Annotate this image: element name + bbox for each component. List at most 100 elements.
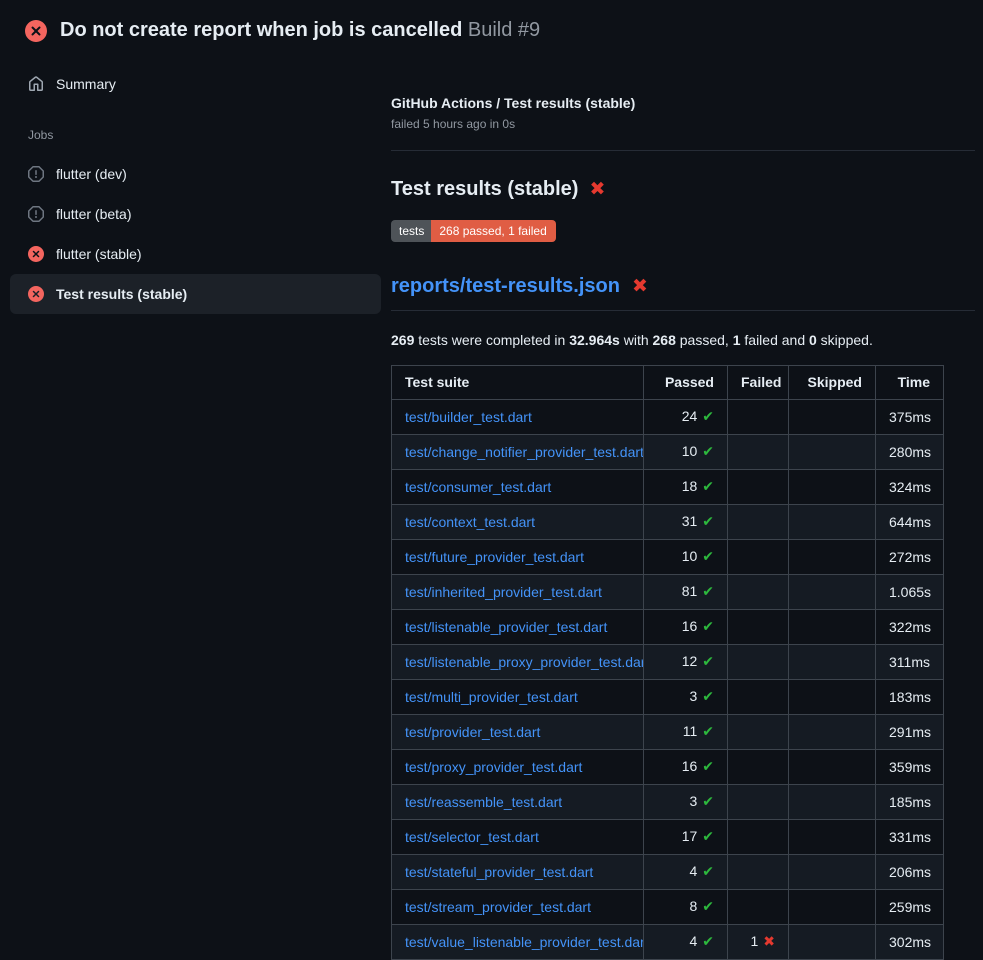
passed-cell: 4✔ xyxy=(644,855,728,890)
sidebar: Summary Jobs flutter (dev) flutter (beta… xyxy=(0,56,391,314)
count-value: 8 xyxy=(689,898,697,914)
skipped-cell xyxy=(789,400,876,435)
table-row: test/builder_test.dart24✔375ms xyxy=(392,400,944,435)
count-value: 24 xyxy=(682,408,698,424)
test-suite-link[interactable]: test/stream_provider_test.dart xyxy=(405,899,591,915)
table-row: test/context_test.dart31✔644ms xyxy=(392,505,944,540)
test-suite-cell: test/consumer_test.dart xyxy=(392,470,644,505)
failed-cell xyxy=(728,890,789,925)
time-cell: 185ms xyxy=(876,785,944,820)
summary-line: 269 tests were completed in 32.964s with… xyxy=(391,331,975,350)
skipped-cell xyxy=(789,855,876,890)
skipped-cell xyxy=(789,540,876,575)
skipped-cell xyxy=(789,925,876,960)
col-header-failed: Failed xyxy=(728,366,789,400)
passed-cell: 18✔ xyxy=(644,470,728,505)
time-cell: 280ms xyxy=(876,435,944,470)
count-value: 3 xyxy=(689,688,697,704)
skipped-cell xyxy=(789,505,876,540)
check-icon: ✔ xyxy=(702,899,714,915)
test-suite-link[interactable]: test/provider_test.dart xyxy=(405,724,540,740)
build-number: Build #9 xyxy=(468,19,540,41)
check-icon: ✔ xyxy=(702,514,714,530)
test-suite-link[interactable]: test/reassemble_test.dart xyxy=(405,794,562,810)
skipped-cell xyxy=(789,890,876,925)
x-circle-fill-icon xyxy=(28,246,44,262)
table-row: test/stream_provider_test.dart8✔259ms xyxy=(392,890,944,925)
jobs-list: flutter (dev) flutter (beta) flutter (st… xyxy=(0,154,391,314)
time-cell: 206ms xyxy=(876,855,944,890)
check-icon: ✔ xyxy=(702,689,714,705)
table-row: test/listenable_provider_test.dart16✔322… xyxy=(392,610,944,645)
failed-cell xyxy=(728,785,789,820)
passed-cell: 8✔ xyxy=(644,890,728,925)
breadcrumb: GitHub Actions / Test results (stable) xyxy=(391,94,975,112)
badge-label: tests xyxy=(391,220,431,242)
test-suite-link[interactable]: test/multi_provider_test.dart xyxy=(405,689,578,705)
failed-cell xyxy=(728,470,789,505)
sidebar-item-summary[interactable]: Summary xyxy=(0,70,391,98)
home-icon xyxy=(28,76,44,92)
run-status-line: failed 5 hours ago in 0s xyxy=(391,116,975,132)
test-suite-link[interactable]: test/proxy_provider_test.dart xyxy=(405,759,582,775)
test-suite-link[interactable]: test/future_provider_test.dart xyxy=(405,549,584,565)
test-suite-cell: test/future_provider_test.dart xyxy=(392,540,644,575)
test-suite-cell: test/selector_test.dart xyxy=(392,820,644,855)
sidebar-item-flutter-beta[interactable]: flutter (beta) xyxy=(10,194,381,234)
col-header-skipped: Skipped xyxy=(789,366,876,400)
sidebar-item-flutter-dev[interactable]: flutter (dev) xyxy=(10,154,381,194)
failed-cell xyxy=(728,505,789,540)
check-icon: ✔ xyxy=(702,409,714,425)
passed-cell: 17✔ xyxy=(644,820,728,855)
test-suite-link[interactable]: test/consumer_test.dart xyxy=(405,479,551,495)
test-results-tbody: test/builder_test.dart24✔375mstest/chang… xyxy=(392,400,944,960)
sidebar-summary-label: Summary xyxy=(56,76,116,92)
test-suite-cell: test/builder_test.dart xyxy=(392,400,644,435)
sidebar-item-flutter-stable[interactable]: flutter (stable) xyxy=(10,234,381,274)
stop-icon xyxy=(28,166,44,182)
time-cell: 259ms xyxy=(876,890,944,925)
cross-mark-icon: ✖ xyxy=(632,277,648,296)
report-file-link[interactable]: reports/test-results.json xyxy=(391,273,620,300)
test-suite-link[interactable]: test/selector_test.dart xyxy=(405,829,539,845)
skipped-cell xyxy=(789,750,876,785)
test-suite-link[interactable]: test/context_test.dart xyxy=(405,514,535,530)
count-value: 10 xyxy=(682,548,698,564)
test-suite-link[interactable]: test/inherited_provider_test.dart xyxy=(405,584,602,600)
test-suite-link[interactable]: test/value_listenable_provider_test.dart xyxy=(405,934,644,950)
time-cell: 272ms xyxy=(876,540,944,575)
time-cell: 302ms xyxy=(876,925,944,960)
sidebar-item-test-results-stable[interactable]: Test results (stable) xyxy=(10,274,381,314)
test-suite-link[interactable]: test/listenable_provider_test.dart xyxy=(405,619,607,635)
check-icon: ✔ xyxy=(702,829,714,845)
check-icon: ✔ xyxy=(702,794,714,810)
failed-cell xyxy=(728,750,789,785)
count-value: 81 xyxy=(682,583,698,599)
count-value: 12 xyxy=(682,653,698,669)
count-value: 11 xyxy=(683,723,698,739)
failed-cell xyxy=(728,645,789,680)
failed-cell xyxy=(728,610,789,645)
skipped-cell xyxy=(789,470,876,505)
section-title: Test results (stable) ✖ xyxy=(391,175,975,203)
check-icon: ✔ xyxy=(702,864,714,880)
check-icon: ✔ xyxy=(702,934,714,950)
table-row: test/proxy_provider_test.dart16✔359ms xyxy=(392,750,944,785)
test-suite-link[interactable]: test/stateful_provider_test.dart xyxy=(405,864,593,880)
skipped-cell xyxy=(789,680,876,715)
table-row: test/stateful_provider_test.dart 4✔ 206ms xyxy=(392,855,944,890)
test-suite-link[interactable]: test/change_notifier_provider_test.dart xyxy=(405,444,644,460)
skipped-cell xyxy=(789,645,876,680)
job-label: flutter (stable) xyxy=(56,246,142,262)
count-value: 1 xyxy=(750,933,758,949)
test-suite-link[interactable]: test/builder_test.dart xyxy=(405,409,532,425)
table-row: test/selector_test.dart17✔331ms xyxy=(392,820,944,855)
test-suite-link[interactable]: test/listenable_proxy_provider_test.dart xyxy=(405,654,644,670)
test-suite-cell: test/reassemble_test.dart xyxy=(392,785,644,820)
test-suite-cell: test/proxy_provider_test.dart xyxy=(392,750,644,785)
time-cell: 311ms xyxy=(876,645,944,680)
count-value: 3 xyxy=(689,793,697,809)
check-icon: ✔ xyxy=(702,584,714,600)
passed-cell: 16✔ xyxy=(644,750,728,785)
count-value: 4 xyxy=(689,933,697,949)
